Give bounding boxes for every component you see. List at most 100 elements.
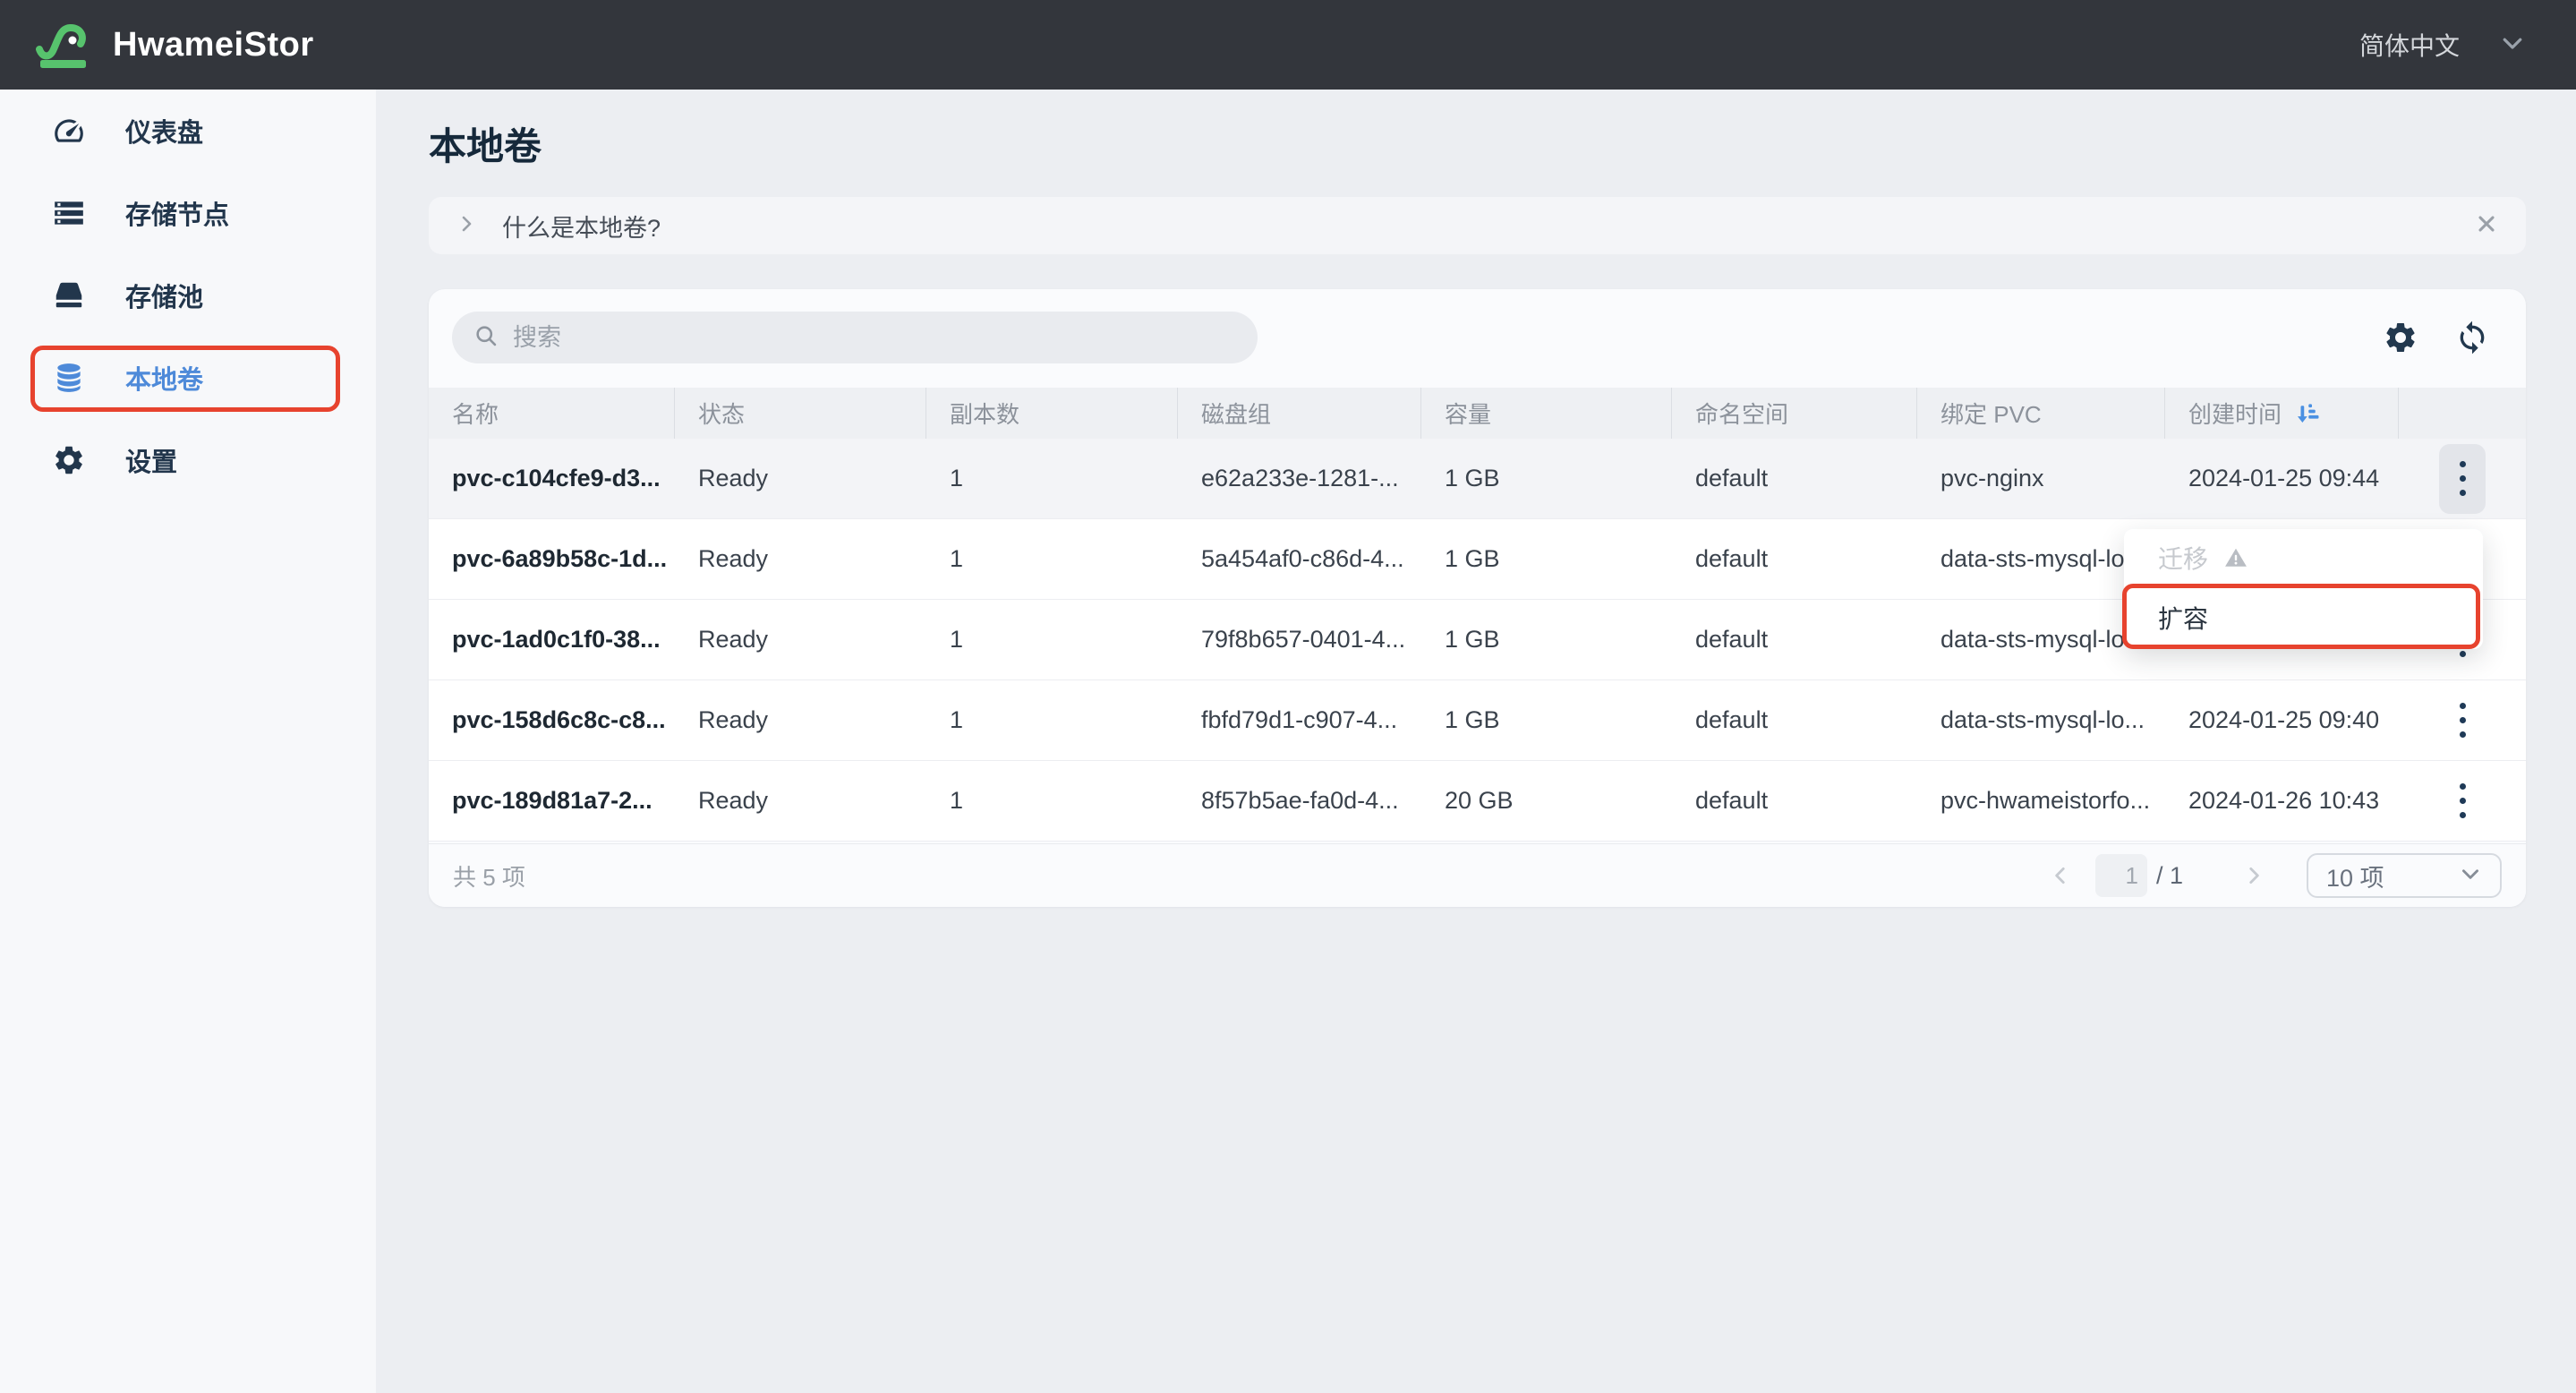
gear-icon: [52, 443, 86, 477]
sidebar-item-label: 存储节点: [125, 194, 229, 232]
pagination: / 1 10 项: [2049, 853, 2502, 898]
sidebar-item-settings[interactable]: 设置: [0, 419, 376, 501]
search-input[interactable]: [513, 324, 1211, 352]
table-row[interactable]: pvc-c104cfe9-d3... Ready 1 e62a233e-1281…: [429, 439, 2526, 519]
warning-icon: [2224, 546, 2248, 569]
cell-capacity: 1 GB: [1421, 545, 1672, 573]
chevron-down-icon: [2499, 30, 2526, 61]
previous-page-icon[interactable]: [2049, 864, 2072, 887]
cell-capacity: 20 GB: [1421, 787, 1672, 815]
row-actions-kebab-icon[interactable]: [2439, 444, 2486, 514]
sidebar-item-label: 设置: [125, 441, 177, 479]
hwameistor-logo-icon: [36, 15, 95, 75]
cell-bound-pvc: pvc-nginx: [1917, 465, 2165, 492]
sidebar: 仪表盘 存储节点 存储池 本地卷 设置: [0, 90, 376, 1393]
menu-item-expand[interactable]: 扩容: [2124, 585, 2483, 649]
cell-replicas: 1: [926, 706, 1178, 734]
page-number-input[interactable]: [2095, 854, 2147, 897]
brand: HwameiStor: [36, 15, 314, 75]
column-header-replicas[interactable]: 副本数: [926, 388, 1178, 439]
cell-created: 2024-01-26 10:43: [2165, 787, 2399, 815]
search-box[interactable]: [452, 312, 1258, 363]
sidebar-item-local-volumes[interactable]: 本地卷: [0, 337, 376, 419]
refresh-icon[interactable]: [2452, 318, 2492, 357]
cell-disk-group: fbfd79d1-c907-4...: [1178, 706, 1421, 734]
table-row[interactable]: pvc-158d6c8c-c8... Ready 1 fbfd79d1-c907…: [429, 680, 2526, 761]
cell-namespace: default: [1672, 706, 1917, 734]
column-header-status[interactable]: 状态: [675, 388, 926, 439]
column-header-bound-pvc[interactable]: 绑定 PVC: [1917, 388, 2165, 439]
cell-disk-group: e62a233e-1281-...: [1178, 465, 1421, 492]
cell-disk-group: 79f8b657-0401-4...: [1178, 626, 1421, 654]
row-actions-kebab-icon[interactable]: [2439, 686, 2486, 756]
sidebar-item-label: 存储池: [125, 277, 203, 314]
cell-disk-group: 8f57b5ae-fa0d-4...: [1178, 787, 1421, 815]
page-title: 本地卷: [429, 116, 542, 171]
cell-name: pvc-158d6c8c-c8...: [429, 706, 675, 734]
cell-name: pvc-1ad0c1f0-38...: [429, 626, 675, 654]
cell-created: 2024-01-25 09:44: [2165, 465, 2399, 492]
cell-replicas: 1: [926, 465, 1178, 492]
sort-descending-icon[interactable]: [2294, 400, 2321, 427]
menu-item-label: 扩容: [2158, 600, 2208, 636]
cell-capacity: 1 GB: [1421, 706, 1672, 734]
brand-title: HwameiStor: [113, 26, 314, 64]
language-label: 简体中文: [2359, 27, 2460, 63]
cell-name: pvc-189d81a7-2...: [429, 787, 675, 815]
cell-namespace: default: [1672, 465, 1917, 492]
column-header-capacity[interactable]: 容量: [1421, 388, 1672, 439]
cell-namespace: default: [1672, 545, 1917, 573]
column-header-created[interactable]: 创建时间: [2165, 388, 2399, 439]
cell-bound-pvc: pvc-hwameistorfo...: [1917, 787, 2165, 815]
server-icon: [52, 196, 86, 230]
cell-capacity: 1 GB: [1421, 465, 1672, 492]
page-size-select[interactable]: 10 项: [2307, 853, 2502, 898]
chevron-right-icon: [456, 213, 477, 239]
sidebar-item-dashboard[interactable]: 仪表盘: [0, 90, 376, 172]
cell-name: pvc-6a89b58c-1d...: [429, 545, 675, 573]
page-size-value: 10 项: [2326, 859, 2384, 893]
hwameistor-app: HwameiStor 简体中文 仪表盘 存储节点 存储池: [0, 0, 2576, 1393]
next-page-icon[interactable]: [2242, 864, 2265, 887]
sidebar-item-storage-nodes[interactable]: 存储节点: [0, 172, 376, 254]
search-icon: [473, 323, 499, 353]
cell-replicas: 1: [926, 626, 1178, 654]
menu-item-label: 迁移: [2158, 540, 2208, 576]
column-header-name[interactable]: 名称: [429, 388, 675, 439]
page-count-label: / 1: [2156, 862, 2183, 890]
cell-namespace: default: [1672, 626, 1917, 654]
cell-replicas: 1: [926, 787, 1178, 815]
cell-status: Ready: [675, 626, 926, 654]
cell-status: Ready: [675, 787, 926, 815]
storage-pool-icon: [52, 278, 86, 312]
cell-status: Ready: [675, 465, 926, 492]
cell-capacity: 1 GB: [1421, 626, 1672, 654]
cell-status: Ready: [675, 545, 926, 573]
top-header: HwameiStor 简体中文: [0, 0, 2576, 90]
cell-bound-pvc: data-sts-mysql-lo...: [1917, 706, 2165, 734]
close-icon[interactable]: [2474, 211, 2499, 241]
gauge-icon: [52, 114, 86, 148]
faq-banner[interactable]: 什么是本地卷?: [429, 197, 2526, 254]
table-row[interactable]: pvc-189d81a7-2... Ready 1 8f57b5ae-fa0d-…: [429, 761, 2526, 842]
sidebar-item-label: 仪表盘: [125, 112, 203, 150]
column-header-namespace[interactable]: 命名空间: [1672, 388, 1917, 439]
row-actions-menu: 迁移 扩容: [2124, 529, 2483, 649]
column-header-actions: [2399, 388, 2526, 439]
table-footer: 共 5 项 / 1 10 项: [429, 843, 2526, 907]
cell-status: Ready: [675, 706, 926, 734]
column-header-disk-group[interactable]: 磁盘组: [1178, 388, 1421, 439]
total-count-label: 共 5 项: [453, 859, 525, 893]
menu-item-migrate[interactable]: 迁移: [2124, 529, 2483, 585]
cell-namespace: default: [1672, 787, 1917, 815]
sidebar-item-storage-pools[interactable]: 存储池: [0, 254, 376, 337]
cell-replicas: 1: [926, 545, 1178, 573]
language-selector[interactable]: 简体中文: [2359, 27, 2526, 63]
chevron-down-icon: [2459, 862, 2482, 890]
cell-disk-group: 5a454af0-c86d-4...: [1178, 545, 1421, 573]
column-settings-button[interactable]: [2381, 318, 2420, 357]
main-content: 本地卷 什么是本地卷?: [376, 90, 2576, 1393]
faq-banner-text: 什么是本地卷?: [502, 209, 661, 244]
cell-created: 2024-01-25 09:40: [2165, 706, 2399, 734]
row-actions-kebab-icon[interactable]: [2439, 766, 2486, 836]
